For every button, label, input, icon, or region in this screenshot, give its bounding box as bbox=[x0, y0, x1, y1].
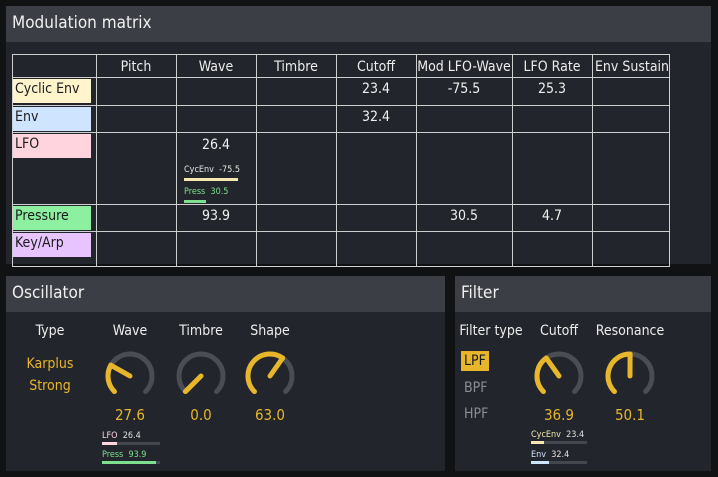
modulation-matrix-panel: Modulation matrix Pitch Wave Timbre Cuto… bbox=[6, 6, 711, 267]
modulation-grid: Pitch Wave Timbre Cutoff Mod LFO-Wave LF… bbox=[12, 54, 670, 267]
col-header-wave: Wave bbox=[198, 59, 234, 75]
modulation-matrix-title: Modulation matrix bbox=[12, 13, 152, 33]
submod-label: CycEnv bbox=[184, 165, 214, 175]
mod-label: CycEnv bbox=[531, 430, 561, 440]
row-label-lfo[interactable]: LFO bbox=[13, 134, 91, 158]
cell-env-cutoff[interactable]: 32.4 bbox=[336, 109, 416, 125]
col-header-mod-lfo-wave: Mod LFO-Wave bbox=[417, 59, 511, 75]
mod-label: Press bbox=[102, 450, 124, 460]
wave-mod-press: Press 93.9 bbox=[102, 450, 146, 460]
filter-cutoff-label: Cutoff bbox=[539, 323, 579, 339]
row-label-key-arp[interactable]: Key/Arp bbox=[13, 233, 91, 257]
col-header-cutoff: Cutoff bbox=[356, 59, 396, 75]
col-header-timbre: Timbre bbox=[274, 59, 318, 75]
osc-type-selector[interactable]: Karplus Strong bbox=[14, 356, 86, 394]
wave-mod-lfo-track bbox=[102, 442, 160, 445]
oscillator-panel: Oscillator Type Karplus Strong Wave 27.6… bbox=[6, 276, 445, 471]
mod-value: 32.4 bbox=[551, 450, 570, 460]
knob-pointer bbox=[108, 362, 133, 379]
mod-value: 26.4 bbox=[122, 431, 141, 441]
col-header-env-sustain: Env Sustain bbox=[594, 59, 670, 75]
cutoff-mod-env-track bbox=[531, 461, 587, 464]
knob-value-arc bbox=[245, 351, 286, 395]
osc-type-label: Type bbox=[35, 323, 65, 339]
wave-mod-press-fill bbox=[102, 461, 157, 464]
filter-type-label: Filter type bbox=[459, 323, 523, 339]
shape-knob[interactable] bbox=[242, 348, 298, 404]
osc-shape-label: Shape bbox=[250, 323, 290, 339]
cutoff-mod-cycenv-fill bbox=[531, 441, 545, 444]
lfo-wave-submod-cycenv-bar bbox=[184, 178, 239, 181]
modulation-matrix-header: Modulation matrix bbox=[6, 6, 711, 42]
filter-resonance-label: Resonance bbox=[595, 323, 665, 339]
cell-pressure-mod-lfo-wave[interactable]: 30.5 bbox=[416, 208, 512, 224]
cell-lfo-wave[interactable]: 26.4 bbox=[176, 137, 256, 153]
row-label-env[interactable]: Env bbox=[13, 107, 91, 131]
wave-mod-lfo-fill bbox=[102, 442, 118, 445]
col-header-lfo-rate: LFO Rate bbox=[523, 59, 581, 75]
cutoff-mod-env-fill bbox=[531, 461, 550, 464]
col-header-pitch: Pitch bbox=[120, 59, 152, 75]
cutoff-mod-cycenv-track bbox=[531, 441, 587, 444]
osc-wave-value: 27.6 bbox=[114, 406, 146, 424]
filter-title: Filter bbox=[461, 283, 499, 303]
filter-cutoff-value: 36.9 bbox=[543, 406, 575, 424]
cell-pressure-lfo-rate[interactable]: 4.7 bbox=[512, 208, 592, 224]
osc-wave-label: Wave bbox=[112, 323, 148, 339]
osc-shape-value: 63.0 bbox=[254, 406, 286, 424]
wave-mod-lfo: LFO 26.4 bbox=[102, 431, 141, 441]
cell-cyclic-env-mod-lfo-wave[interactable]: -75.5 bbox=[416, 81, 512, 97]
cell-cyclic-env-lfo-rate[interactable]: 25.3 bbox=[512, 81, 592, 97]
filter-type-lpf[interactable]: LPF bbox=[461, 351, 489, 371]
osc-timbre-label: Timbre bbox=[179, 323, 223, 339]
cutoff-mod-env: Env 32.4 bbox=[531, 450, 569, 460]
knob-value-arc bbox=[605, 351, 633, 395]
wave-knob[interactable] bbox=[102, 348, 158, 404]
osc-type-value-line2: Strong bbox=[29, 378, 71, 394]
knob-pointer bbox=[543, 355, 562, 379]
wave-mod-press-track bbox=[102, 461, 160, 464]
submod-value: 30.5 bbox=[210, 187, 229, 197]
row-label-pressure[interactable]: Pressure bbox=[13, 206, 91, 230]
knob-pointer bbox=[267, 355, 286, 379]
filter-panel: Filter Filter type LPF BPF HPF Cutoff 36… bbox=[455, 276, 711, 471]
mod-label: Env bbox=[531, 450, 547, 460]
knob-track bbox=[105, 351, 155, 395]
filter-resonance-value: 50.1 bbox=[614, 406, 646, 424]
resonance-knob[interactable] bbox=[602, 348, 658, 404]
oscillator-header: Oscillator bbox=[6, 276, 445, 312]
mod-label: LFO bbox=[102, 431, 118, 441]
row-label-cyclic-env[interactable]: Cyclic Env bbox=[13, 79, 91, 103]
cutoff-knob[interactable] bbox=[531, 348, 587, 404]
filter-type-bpf[interactable]: BPF bbox=[464, 380, 487, 396]
mod-value: 23.4 bbox=[566, 430, 585, 440]
cutoff-mod-cycenv: CycEnv 23.4 bbox=[531, 430, 584, 440]
cell-pressure-wave[interactable]: 93.9 bbox=[176, 208, 256, 224]
timbre-knob[interactable] bbox=[173, 348, 229, 404]
filter-header: Filter bbox=[455, 276, 711, 312]
knob-track bbox=[176, 351, 226, 395]
mod-value: 93.9 bbox=[128, 450, 147, 460]
lfo-wave-submod-press-bar bbox=[184, 200, 206, 203]
cell-cyclic-env-cutoff[interactable]: 23.4 bbox=[336, 81, 416, 97]
submod-label: Press bbox=[184, 187, 206, 197]
osc-type-value-line1: Karplus bbox=[26, 356, 74, 372]
osc-timbre-value: 0.0 bbox=[190, 406, 212, 424]
filter-type-hpf[interactable]: HPF bbox=[464, 406, 488, 422]
lfo-wave-submod-cycenv: CycEnv -75.5 bbox=[184, 165, 240, 175]
oscillator-title: Oscillator bbox=[12, 283, 85, 303]
submod-value: -75.5 bbox=[219, 165, 241, 175]
knob-value-arc bbox=[534, 355, 549, 395]
lfo-wave-submod-press: Press 30.5 bbox=[184, 187, 228, 197]
knob-pointer bbox=[182, 373, 204, 395]
